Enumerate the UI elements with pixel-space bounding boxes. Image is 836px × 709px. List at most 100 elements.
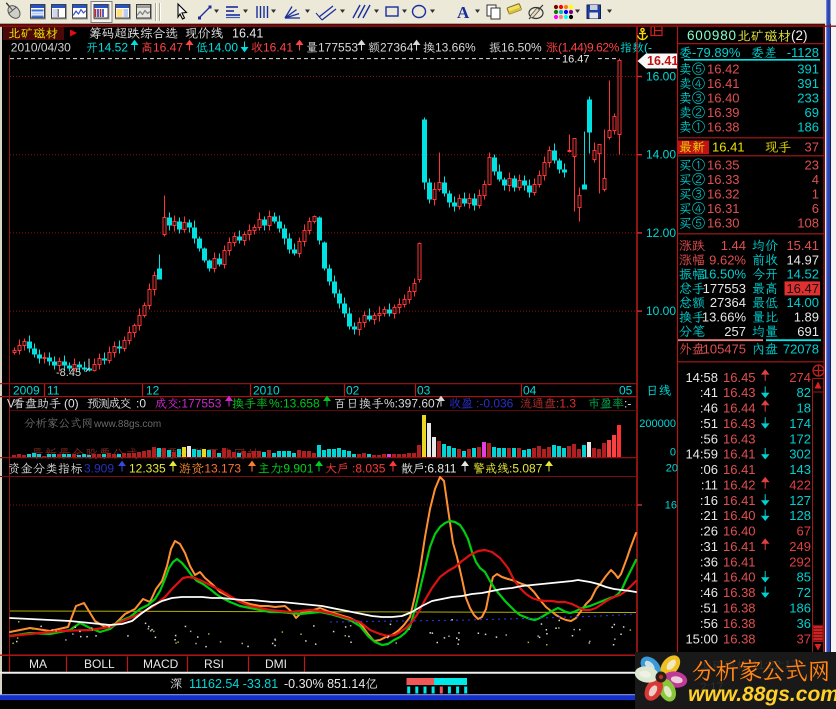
svg-text:(0): (0) xyxy=(64,397,79,411)
svg-text:MA: MA xyxy=(29,657,47,671)
svg-text:13.66%: 13.66% xyxy=(702,310,747,325)
svg-text:16: 16 xyxy=(665,500,677,512)
svg-text:16.32: 16.32 xyxy=(707,187,740,202)
svg-text:RSI: RSI xyxy=(204,657,224,671)
svg-text:11162.54 -33.81: 11162.54 -33.81 xyxy=(189,677,278,691)
svg-text:www.88gs.com: www.88gs.com xyxy=(93,419,161,430)
svg-text:16.50%: 16.50% xyxy=(702,267,747,282)
svg-text:127: 127 xyxy=(789,493,811,508)
svg-text:05: 05 xyxy=(619,384,633,398)
svg-text:82: 82 xyxy=(797,385,811,400)
svg-text:85: 85 xyxy=(797,570,811,585)
svg-text:600980: 600980 xyxy=(687,28,737,43)
svg-text:186: 186 xyxy=(797,119,819,134)
svg-text:16.41: 16.41 xyxy=(723,493,756,508)
svg-text:16.38: 16.38 xyxy=(723,616,756,631)
svg-text:16.40: 16.40 xyxy=(723,524,756,539)
svg-text:422: 422 xyxy=(789,478,811,493)
svg-text:9.62%: 9.62% xyxy=(709,252,746,267)
svg-text:11:22:17: 11:22:17 xyxy=(752,658,798,672)
svg-text::177553: :177553 xyxy=(178,397,222,411)
svg-text:(2): (2) xyxy=(791,28,808,43)
svg-text:2010/04/30: 2010/04/30 xyxy=(11,41,71,55)
svg-text:257: 257 xyxy=(724,324,746,339)
svg-text:-1128: -1128 xyxy=(787,45,819,60)
svg-text::0: :0 xyxy=(136,397,146,411)
svg-text:16.30: 16.30 xyxy=(707,216,740,231)
svg-text::41: :41 xyxy=(700,570,718,585)
svg-text:23: 23 xyxy=(805,158,819,173)
svg-text:391: 391 xyxy=(797,76,819,91)
svg-text:2010: 2010 xyxy=(253,384,280,398)
svg-text:16.41: 16.41 xyxy=(263,41,293,55)
svg-text:177553: 177553 xyxy=(318,41,358,55)
svg-text:04: 04 xyxy=(523,384,537,398)
svg-text:%:397.607: %:397.607 xyxy=(384,397,442,411)
svg-text:16.41: 16.41 xyxy=(723,554,756,569)
svg-text:16.42: 16.42 xyxy=(723,478,756,493)
svg-text:14.52: 14.52 xyxy=(786,267,819,282)
svg-text:16.50%: 16.50% xyxy=(501,41,542,55)
svg-text::06: :06 xyxy=(700,462,718,477)
svg-text::9.901: :9.901 xyxy=(280,462,314,476)
svg-text::8.035: :8.035 xyxy=(352,462,386,476)
svg-text:02: 02 xyxy=(346,384,360,398)
svg-text:16.43: 16.43 xyxy=(723,385,756,400)
svg-text:292: 292 xyxy=(789,554,811,569)
svg-text:72: 72 xyxy=(797,585,811,600)
svg-text:3.909: 3.909 xyxy=(84,462,114,476)
svg-text:249: 249 xyxy=(789,539,811,554)
svg-text::6.811: :6.811 xyxy=(424,462,457,476)
svg-text:16.41: 16.41 xyxy=(232,27,263,41)
svg-text:16.42: 16.42 xyxy=(707,62,740,77)
svg-text:2009: 2009 xyxy=(13,384,40,398)
svg-text:-8.45: -8.45 xyxy=(56,367,81,379)
svg-text:(-: (- xyxy=(644,41,652,55)
svg-text:391: 391 xyxy=(797,62,819,77)
svg-text:0: 0 xyxy=(670,447,676,459)
svg-text:16.35: 16.35 xyxy=(707,158,740,173)
svg-text:16.43: 16.43 xyxy=(723,431,756,446)
svg-text:4: 4 xyxy=(812,172,819,187)
svg-text:37: 37 xyxy=(805,140,819,155)
svg-text:15:00: 15:00 xyxy=(685,631,718,646)
svg-text:12.335: 12.335 xyxy=(129,462,166,476)
svg-text::36: :36 xyxy=(700,554,718,569)
svg-text:-79.89%: -79.89% xyxy=(692,45,741,60)
svg-text:233: 233 xyxy=(797,90,819,105)
svg-text:274: 274 xyxy=(789,370,811,385)
svg-text::-: :- xyxy=(624,397,631,411)
svg-text:14.52: 14.52 xyxy=(98,41,128,55)
svg-text:16.40: 16.40 xyxy=(723,570,756,585)
svg-text:V: V xyxy=(7,397,15,411)
svg-text:14:58: 14:58 xyxy=(685,370,718,385)
svg-text:16.38: 16.38 xyxy=(723,585,756,600)
svg-text:14.00: 14.00 xyxy=(786,295,819,310)
svg-text:16.41: 16.41 xyxy=(647,54,678,68)
svg-text:13.66%: 13.66% xyxy=(435,41,476,55)
svg-text:16.41: 16.41 xyxy=(723,447,756,462)
svg-text::31: :31 xyxy=(700,539,718,554)
svg-text:15.41: 15.41 xyxy=(786,238,819,253)
svg-text:16.47: 16.47 xyxy=(562,54,590,66)
svg-text::21: :21 xyxy=(700,508,718,523)
svg-text:16.43: 16.43 xyxy=(723,416,756,431)
svg-text:-0.30% 851.14: -0.30% 851.14 xyxy=(284,677,365,691)
svg-text:16.39: 16.39 xyxy=(707,105,740,120)
svg-text:www.88gs.com: www.88gs.com xyxy=(688,683,836,706)
svg-text:16.45: 16.45 xyxy=(723,370,756,385)
svg-text:12.00: 12.00 xyxy=(646,226,676,240)
svg-text:67: 67 xyxy=(797,524,811,539)
svg-text:128: 128 xyxy=(789,508,811,523)
svg-text:16.38: 16.38 xyxy=(723,631,756,646)
svg-text:37: 37 xyxy=(797,631,811,646)
svg-text:BOLL: BOLL xyxy=(84,657,115,671)
svg-text:36: 36 xyxy=(797,616,811,631)
svg-text:14.97: 14.97 xyxy=(786,252,819,267)
svg-text:69: 69 xyxy=(805,105,819,120)
svg-text:%:13.658: %:13.658 xyxy=(269,397,320,411)
svg-text:143: 143 xyxy=(789,462,811,477)
svg-text:20: 20 xyxy=(666,463,678,475)
svg-text:16.41: 16.41 xyxy=(707,76,740,91)
svg-text:1.89: 1.89 xyxy=(794,310,819,325)
